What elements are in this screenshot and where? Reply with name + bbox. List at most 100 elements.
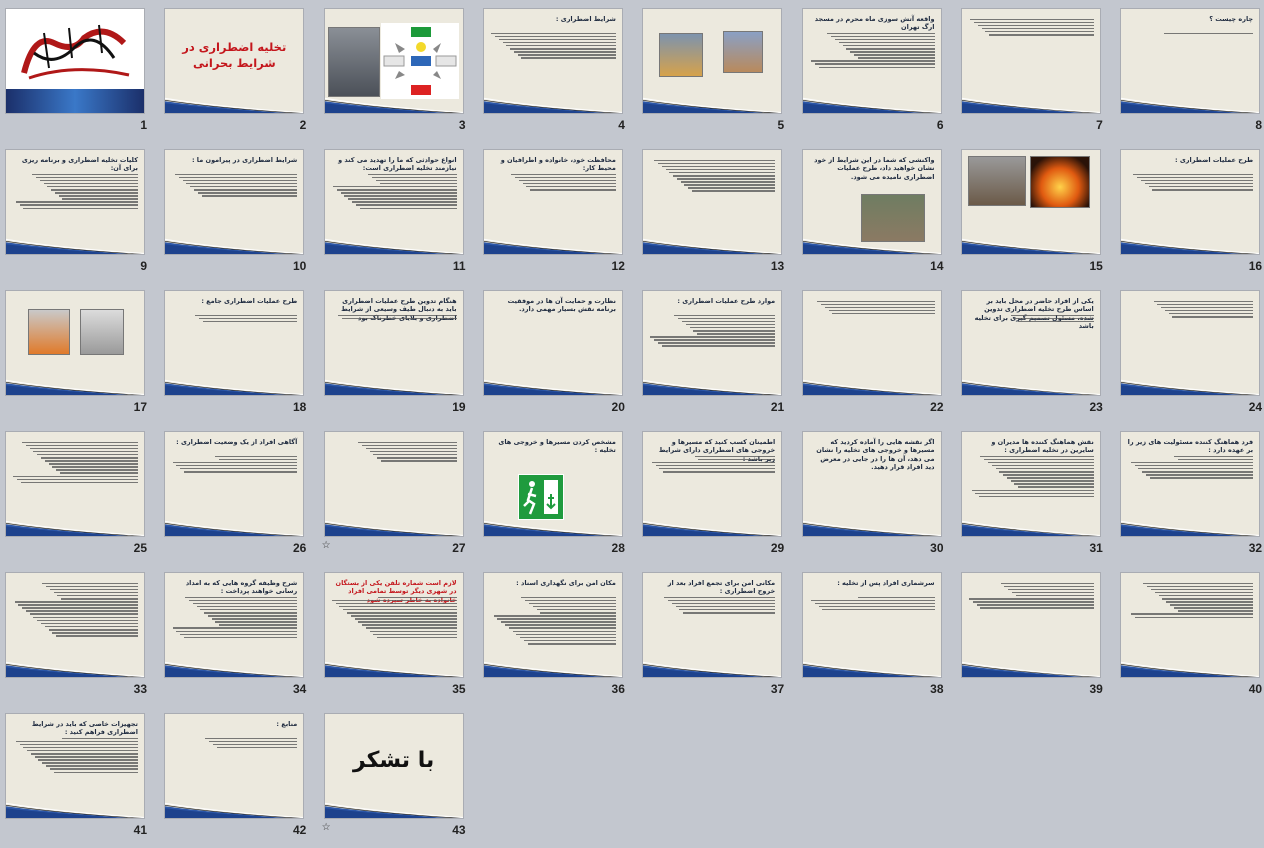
slide-thumbnail-cell[interactable]: 24: [1115, 284, 1264, 425]
slide-thumbnail-cell[interactable]: تخلیه اضطراری در شرایط بحرانی 2: [159, 2, 318, 143]
slide-thumbnail-cell[interactable]: یکی از افراد حاضر در محل باید بر اساس طر…: [956, 284, 1115, 425]
slide-thumbnail-cell[interactable]: مکان امن برای نگهداری اسناد : 36: [478, 566, 637, 707]
slide-thumbnail-cell[interactable]: 5: [637, 2, 796, 143]
slide-thumbnail[interactable]: هنگام تدوین طرح عملیات اضطراری باید به د…: [323, 290, 464, 396]
slide-thumbnail-cell[interactable]: 33: [0, 566, 159, 707]
slide-thumbnail[interactable]: نقش هماهنگ کننده ها مدیران و سایرین در ت…: [960, 431, 1101, 537]
slide-thumbnail-cell[interactable]: شرایط اضطراری در پیرامون ما : 10: [159, 143, 318, 284]
slide-thumbnail-cell[interactable]: سرشماری افراد پس از تخلیه : 38: [797, 566, 956, 707]
slide-thumbnail[interactable]: سرشماری افراد پس از تخلیه :: [801, 572, 942, 678]
slide-thumbnail-cell[interactable]: موارد طرح عملیات اضطراری : 21: [637, 284, 796, 425]
slide-title: با تشکر: [352, 748, 435, 773]
slide-wave-decoration: [483, 238, 622, 254]
slide-thumbnail[interactable]: [1120, 290, 1261, 396]
slide-thumbnail[interactable]: واقعه آتش سوزی ماه محرم در مسجد ارگ تهرا…: [801, 8, 942, 114]
slide-thumbnail-cell[interactable]: 22: [797, 284, 956, 425]
slide-thumbnail[interactable]: طرح عملیات اضطراری جامع :: [164, 290, 305, 396]
slide-number: 38: [930, 682, 944, 696]
text-line: [972, 601, 1094, 603]
slide-thumbnail-cell[interactable]: آگاهی افراد از یک وضعیت اضطراری : 26: [159, 425, 318, 566]
slide-thumbnail-cell[interactable]: انواع حوادثی که ما را تهدید می کند و نیا…: [319, 143, 478, 284]
slide-thumbnail-cell[interactable]: اگر نقشه هایی را آماده کردید که مسیرها و…: [797, 425, 956, 566]
slide-thumbnail[interactable]: اطمینان کسب کنید که مسیرها و خروجی های ا…: [642, 431, 783, 537]
slide-thumbnail[interactable]: آگاهی افراد از یک وضعیت اضطراری :: [164, 431, 305, 537]
slide-thumbnail[interactable]: [1120, 572, 1261, 678]
slide-thumbnail-cell[interactable]: تجهیزات خاصی که باید در شرایط اضطراری فر…: [0, 707, 159, 848]
transition-star-icon[interactable]: ☆: [322, 822, 331, 833]
slide-title: شرح وظیفه گروه هایی که به امداد رسانی خو…: [185, 579, 298, 596]
slide-thumbnail[interactable]: [642, 8, 783, 114]
slide-thumbnail-cell[interactable]: کلیات تخلیه اضطراری و برنامه ریزی برای آ…: [0, 143, 159, 284]
slide-thumbnail-cell[interactable]: مکانی امن برای تجمع افراد بعد از خروج اض…: [637, 566, 796, 707]
slide-thumbnail[interactable]: [960, 149, 1101, 255]
text-line: [176, 464, 298, 467]
slide-thumbnail[interactable]: [5, 8, 145, 114]
slide-thumbnail[interactable]: [960, 572, 1101, 678]
slide-thumbnail[interactable]: تخلیه اضطراری در شرایط بحرانی: [164, 8, 305, 114]
slide-thumbnail-cell[interactable]: 3: [319, 2, 478, 143]
slide-thumbnail[interactable]: [642, 149, 783, 255]
slide-thumbnail[interactable]: مشخص کردن مسیرها و خروجی های تخلیه :: [482, 431, 623, 537]
slide-thumbnail-cell[interactable]: با تشکر 43 ☆: [319, 707, 478, 848]
slide-thumbnail[interactable]: تجهیزات خاصی که باید در شرایط اضطراری فر…: [5, 713, 145, 819]
slide-wave-decoration: [1121, 238, 1260, 254]
slide-thumbnail-cell[interactable]: فرد هماهنگ کننده مسئولیت های زیر را بر ع…: [1115, 425, 1264, 566]
slide-thumbnail-cell[interactable]: 40: [1115, 566, 1264, 707]
slide-thumbnail[interactable]: فرد هماهنگ کننده مسئولیت های زیر را بر ع…: [1120, 431, 1261, 537]
slide-wave-decoration: [6, 520, 144, 536]
slide-thumbnail-cell[interactable]: 15: [956, 143, 1115, 284]
slide-thumbnail[interactable]: [323, 8, 464, 114]
text-line: [49, 588, 138, 591]
slide-thumbnail-cell[interactable]: واقعه آتش سوزی ماه محرم در مسجد ارگ تهرا…: [797, 2, 956, 143]
slide-thumbnail-cell[interactable]: چاره چیست ؟ 8: [1115, 2, 1264, 143]
slide-thumbnail-cell[interactable]: 1: [0, 2, 159, 143]
slide-thumbnail[interactable]: مکانی امن برای تجمع افراد بعد از خروج اض…: [642, 572, 783, 678]
slide-thumbnail[interactable]: [5, 572, 145, 678]
transition-star-icon[interactable]: ☆: [322, 540, 331, 551]
slide-thumbnail[interactable]: مکان امن برای نگهداری اسناد :: [482, 572, 623, 678]
slide-thumbnail[interactable]: موارد طرح عملیات اضطراری :: [642, 290, 783, 396]
slide-thumbnail[interactable]: [801, 290, 942, 396]
slide-thumbnail-cell[interactable]: واکنشی که شما در این شرایط از خود نشان خ…: [797, 143, 956, 284]
slide-thumbnail[interactable]: واکنشی که شما در این شرایط از خود نشان خ…: [801, 149, 942, 255]
slide-thumbnail-cell[interactable]: هنگام تدوین طرح عملیات اضطراری باید به د…: [319, 284, 478, 425]
slide-thumbnail[interactable]: شرایط اضطراری :: [482, 8, 623, 114]
slide-thumbnail-cell[interactable]: 13: [637, 143, 796, 284]
slide-thumbnail-cell[interactable]: 27 ☆: [319, 425, 478, 566]
slide-thumbnail[interactable]: شرح وظیفه گروه هایی که به امداد رسانی خو…: [164, 572, 305, 678]
slide-thumbnail-cell[interactable]: شرایط اضطراری : 4: [478, 2, 637, 143]
slide-thumbnail-cell[interactable]: طرح عملیات اضطراری : 16: [1115, 143, 1264, 284]
slide-thumbnail-cell[interactable]: 39: [956, 566, 1115, 707]
slide-thumbnail-cell[interactable]: مشخص کردن مسیرها و خروجی های تخلیه : 28: [478, 425, 637, 566]
slide-thumbnail-cell[interactable]: 17: [0, 284, 159, 425]
slide-thumbnail-cell[interactable]: اطمینان کسب کنید که مسیرها و خروجی های ا…: [637, 425, 796, 566]
slide-thumbnail[interactable]: لازم است شماره تلفن یکی از بستگان در شهر…: [323, 572, 464, 678]
slide-thumbnail-cell[interactable]: 7: [956, 2, 1115, 143]
slide-thumbnail[interactable]: انواع حوادثی که ما را تهدید می کند و نیا…: [323, 149, 464, 255]
slide-thumbnail[interactable]: محافظت خود، خانواده و اطرافیان و محیط کا…: [482, 149, 623, 255]
text-line: [1143, 582, 1254, 585]
slide-thumbnail[interactable]: طرح عملیات اضطراری :: [1120, 149, 1261, 255]
slide-thumbnail[interactable]: اگر نقشه هایی را آماده کردید که مسیرها و…: [801, 431, 942, 537]
slide-thumbnail[interactable]: کلیات تخلیه اضطراری و برنامه ریزی برای آ…: [5, 149, 145, 255]
slide-thumbnail-cell[interactable]: شرح وظیفه گروه هایی که به امداد رسانی خو…: [159, 566, 318, 707]
slide-thumbnail[interactable]: [5, 290, 145, 396]
slide-thumbnail[interactable]: شرایط اضطراری در پیرامون ما :: [164, 149, 305, 255]
slide-thumbnail[interactable]: [960, 8, 1101, 114]
slide-thumbnail[interactable]: با تشکر: [323, 713, 464, 819]
slide-thumbnail[interactable]: [5, 431, 145, 537]
slide-thumbnail[interactable]: نظارت و حمایت آن ها در موفقیت برنامه نقش…: [482, 290, 623, 396]
slide-thumbnail-cell[interactable]: نظارت و حمایت آن ها در موفقیت برنامه نقش…: [478, 284, 637, 425]
slide-thumbnail-cell[interactable]: نقش هماهنگ کننده ها مدیران و سایرین در ت…: [956, 425, 1115, 566]
slide-thumbnail[interactable]: [323, 431, 464, 537]
slide-thumbnail[interactable]: یکی از افراد حاضر در محل باید بر اساس طر…: [960, 290, 1101, 396]
slide-thumbnail-cell[interactable]: طرح عملیات اضطراری جامع : 18: [159, 284, 318, 425]
slide-thumbnail-cell[interactable]: 25: [0, 425, 159, 566]
slide-thumbnail-cell[interactable]: لازم است شماره تلفن یکی از بستگان در شهر…: [319, 566, 478, 707]
slide-thumbnail-cell[interactable]: منابع : 42: [159, 707, 318, 848]
slide-thumbnail-cell[interactable]: محافظت خود، خانواده و اطرافیان و محیط کا…: [478, 143, 637, 284]
slide-thumbnail[interactable]: چاره چیست ؟: [1120, 8, 1261, 114]
slide-thumbnail[interactable]: منابع :: [164, 713, 305, 819]
slide-number: 34: [292, 682, 307, 696]
slide-wave-decoration: [802, 379, 941, 395]
